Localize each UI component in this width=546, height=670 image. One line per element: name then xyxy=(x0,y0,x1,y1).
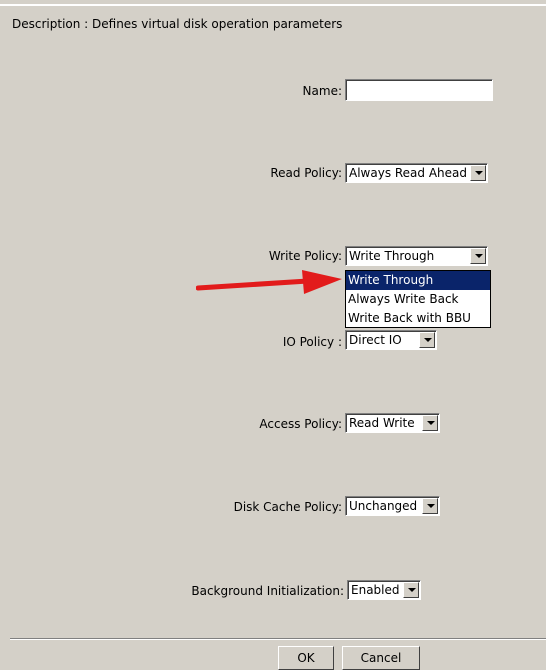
description-text: Description : Defines virtual disk opera… xyxy=(12,17,343,31)
disk-cache-policy-label: Disk Cache Policy: xyxy=(233,500,342,514)
access-policy-dropdown-button[interactable] xyxy=(422,415,438,431)
background-initialization-select[interactable]: Enabled xyxy=(347,580,421,600)
read-policy-label: Read Policy: xyxy=(270,166,342,180)
background-initialization-dropdown-button[interactable] xyxy=(403,582,419,598)
io-policy-dropdown-button[interactable] xyxy=(419,332,435,348)
background-initialization-label: Background Initialization: xyxy=(191,584,344,598)
ok-button[interactable]: OK xyxy=(278,646,334,670)
write-policy-dropdown-button[interactable] xyxy=(470,248,486,264)
access-policy-select[interactable]: Read Write xyxy=(345,413,440,433)
top-divider-highlight xyxy=(0,5,546,6)
read-policy-value: Always Read Ahead xyxy=(349,166,468,180)
name-input[interactable] xyxy=(345,79,493,101)
disk-cache-policy-value: Unchanged xyxy=(349,499,418,513)
name-label: Name: xyxy=(302,84,342,98)
write-policy-option[interactable]: Write Through xyxy=(346,271,490,290)
write-policy-dropdown-list: Write Through Always Write Back Write Ba… xyxy=(345,270,491,328)
io-policy-select[interactable]: Direct IO xyxy=(345,330,437,350)
access-policy-label: Access Policy: xyxy=(259,417,342,431)
io-policy-value: Direct IO xyxy=(349,333,402,347)
chevron-down-icon xyxy=(475,254,483,258)
disk-cache-policy-select[interactable]: Unchanged xyxy=(345,496,440,516)
cancel-button[interactable]: Cancel xyxy=(342,646,420,670)
write-policy-option[interactable]: Write Back with BBU xyxy=(346,309,490,328)
access-policy-value: Read Write xyxy=(349,416,415,430)
read-policy-dropdown-button[interactable] xyxy=(470,165,486,181)
io-policy-label: IO Policy : xyxy=(282,335,342,349)
chevron-down-icon xyxy=(408,588,416,592)
chevron-down-icon xyxy=(475,171,483,175)
chevron-down-icon xyxy=(427,421,435,425)
bottom-divider-highlight xyxy=(10,639,546,640)
chevron-down-icon xyxy=(424,338,432,342)
write-policy-value: Write Through xyxy=(349,249,435,263)
write-policy-option[interactable]: Always Write Back xyxy=(346,290,490,309)
disk-cache-policy-dropdown-button[interactable] xyxy=(422,498,438,514)
dialog-panel: Description : Defines virtual disk opera… xyxy=(0,0,546,670)
red-arrow-icon xyxy=(196,270,342,294)
write-policy-label: Write Policy: xyxy=(268,249,342,263)
chevron-down-icon xyxy=(427,504,435,508)
write-policy-select[interactable]: Write Through xyxy=(345,246,488,266)
background-initialization-value: Enabled xyxy=(351,583,400,597)
read-policy-select[interactable]: Always Read Ahead xyxy=(345,163,488,183)
